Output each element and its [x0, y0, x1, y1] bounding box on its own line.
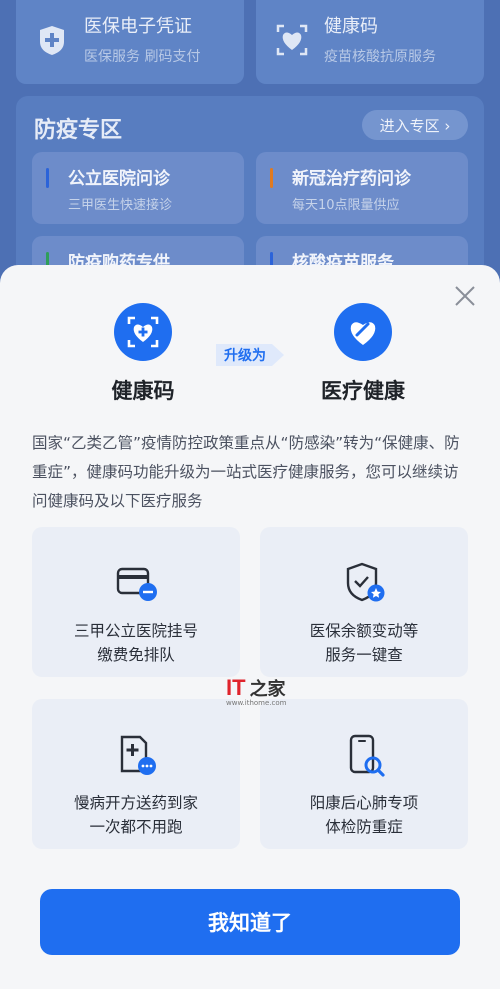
- to-label: 医疗健康: [321, 379, 405, 403]
- upgrade-dialog: 健康码 升级为 医疗健康 国家“乙类乙管”疫情防控政策重点从“防感染”转为“保健…: [0, 265, 500, 989]
- health-code-title: 健康码: [324, 16, 378, 37]
- medical-insurance-subtitle: 医保服务 刷码支付: [84, 49, 201, 65]
- upgrade-arrow: 升级为: [216, 341, 286, 369]
- shield-check-icon: [346, 562, 385, 602]
- medical-health-circle: [334, 303, 392, 361]
- accent-bar: [270, 168, 273, 188]
- health-code-card[interactable]: 健康码 疫苗核酸抗原服务: [256, 0, 484, 84]
- medical-insurance-card[interactable]: 医保电子凭证 医保服务 刷码支付: [16, 0, 244, 84]
- tile-line1: 医保余额变动等: [309, 622, 419, 640]
- watermark-logo-cn: 之家: [249, 679, 286, 700]
- zone-item-hospital[interactable]: 公立医院问诊 三甲医生快速接诊: [32, 152, 244, 224]
- card-payment-icon: [116, 567, 157, 601]
- zone-title: 防疫专区: [34, 118, 123, 143]
- zone-item-title: 公立医院问诊: [68, 169, 170, 189]
- close-icon[interactable]: [454, 285, 476, 307]
- ithome-watermark: IT 之家 www.ithome.com: [226, 675, 296, 707]
- watermark-url: www.ithome.com: [226, 699, 287, 707]
- zone-item-title: 新冠治疗药问诊: [292, 169, 411, 189]
- health-code-icon: [127, 316, 159, 348]
- accent-bar: [46, 168, 49, 188]
- confirm-button[interactable]: 我知道了: [40, 889, 460, 955]
- from-health-code: 健康码: [68, 303, 218, 405]
- watermark-logo: IT: [226, 675, 246, 700]
- health-code-circle: [114, 303, 172, 361]
- service-tile-registration[interactable]: 三甲公立医院挂号 缴费免排队: [32, 527, 240, 677]
- service-tile-insurance[interactable]: 医保余额变动等 服务一键查: [260, 527, 468, 677]
- phone-search-icon: [349, 734, 385, 777]
- tile-line2: 缴费免排队: [97, 646, 175, 664]
- tile-line1: 阳康后心肺专项: [309, 794, 419, 812]
- upgrade-label: 升级为: [224, 348, 266, 364]
- tile-line2: 服务一键查: [325, 646, 403, 664]
- tile-line1: 慢病开方送药到家: [73, 794, 198, 812]
- prescription-icon: [120, 735, 156, 775]
- zone-item-subtitle: 每天10点限量供应: [292, 198, 400, 213]
- tile-line2: 一次都不用跑: [89, 818, 183, 836]
- health-code-icon: [276, 24, 308, 56]
- heart-plus-icon: [350, 322, 376, 345]
- to-medical-health: 医疗健康: [288, 303, 438, 405]
- tile-line2: 体检防重症: [325, 818, 403, 836]
- service-tile-prescription[interactable]: 慢病开方送药到家 一次都不用跑: [32, 699, 240, 849]
- enter-zone-button[interactable]: 进入专区 ›: [362, 110, 468, 140]
- medical-insurance-title: 医保电子凭证: [84, 16, 192, 37]
- zone-item-covid-drug[interactable]: 新冠治疗药问诊 每天10点限量供应: [256, 152, 468, 224]
- service-tile-checkup[interactable]: 阳康后心肺专项 体检防重症: [260, 699, 468, 849]
- zone-item-subtitle: 三甲医生快速接诊: [68, 198, 173, 213]
- policy-description: 国家“乙类乙管”疫情防控政策重点从“防感染”转为“保健康、防重症”，健康码功能升…: [32, 434, 460, 510]
- health-code-subtitle: 疫苗核酸抗原服务: [324, 49, 436, 65]
- medical-insurance-icon: [40, 26, 64, 55]
- tile-line1: 三甲公立医院挂号: [73, 622, 198, 640]
- from-label: 健康码: [111, 379, 175, 403]
